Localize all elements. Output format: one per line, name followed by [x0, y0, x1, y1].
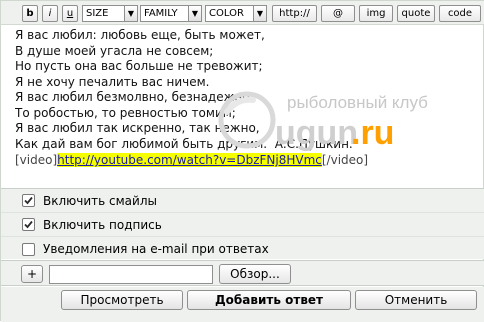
bold-button[interactable]: b — [22, 5, 38, 22]
italic-button[interactable]: i — [42, 5, 58, 22]
preview-button[interactable]: Просмотреть — [61, 290, 183, 310]
video-url-link[interactable]: http://youtube.com/watch?v=DbzFNj8HVmc — [57, 153, 322, 167]
http-link-button[interactable]: http:// — [272, 5, 317, 22]
chevron-down-icon: ▼ — [253, 6, 266, 21]
option-email-notify[interactable]: Уведомления на e-mail при ответах — [1, 237, 484, 261]
video-bbcode-line: [video]http://youtube.com/watch?v=DbzFNj… — [15, 153, 368, 167]
checkmark-icon — [24, 220, 33, 229]
checkmark-icon — [24, 196, 33, 205]
reply-form: b i u SIZE ▼ FAMILY ▼ COLOR ▼ http:// @ … — [0, 0, 484, 322]
underline-button[interactable]: u — [62, 5, 78, 22]
signature-checkbox[interactable] — [22, 218, 35, 231]
family-select-value: FAMILY — [144, 8, 178, 19]
add-attachment-button[interactable]: + — [21, 265, 43, 283]
option-smileys[interactable]: Включить смайлы — [1, 189, 484, 213]
email-notify-label: Уведомления на e-mail при ответах — [43, 242, 269, 256]
poem-line: Как дай вам бог любимой быть другим. А.С… — [15, 136, 353, 151]
option-signature[interactable]: Включить подпись — [1, 213, 484, 237]
video-close-tag: [/video] — [321, 153, 369, 167]
quote-button[interactable]: quote — [397, 5, 435, 22]
poem-line: В душе моей угасла не совсем; — [15, 43, 214, 58]
attachment-row: + Обзор... — [1, 260, 484, 286]
size-select[interactable]: SIZE ▼ — [82, 5, 138, 22]
signature-label: Включить подпись — [43, 217, 162, 232]
action-bar: Просмотреть Добавить ответ Отменить — [1, 287, 484, 322]
cancel-button[interactable]: Отменить — [355, 290, 477, 310]
submit-reply-button[interactable]: Добавить ответ — [187, 290, 351, 310]
options-panel: Включить смайлы Включить подпись Уведомл… — [1, 189, 484, 259]
file-path-input[interactable] — [49, 265, 213, 284]
browse-button[interactable]: Обзор... — [219, 264, 291, 284]
family-select[interactable]: FAMILY ▼ — [140, 5, 202, 22]
poem-line: Я вас любил так искренно, так нежно, — [15, 121, 260, 135]
poem-line: Я не хочу печалить вас ничем. — [15, 74, 210, 89]
chevron-down-icon: ▼ — [124, 6, 137, 21]
color-select[interactable]: COLOR ▼ — [205, 5, 267, 22]
poem-line: Я вас любил: любовь еще, быть может, — [15, 28, 265, 42]
email-link-button[interactable]: @ — [321, 5, 355, 22]
format-toolbar: b i u SIZE ▼ FAMILY ▼ COLOR ▼ http:// @ … — [1, 1, 484, 25]
poem-line: То робостью, то ревностью томим; — [15, 105, 236, 120]
color-select-value: COLOR — [209, 8, 244, 19]
code-button[interactable]: code — [439, 5, 481, 22]
video-open-tag: [video] — [15, 153, 58, 167]
size-select-value: SIZE — [86, 8, 109, 19]
poem-line: Но пусть она вас больше не тревожит; — [15, 59, 263, 73]
smileys-checkbox[interactable] — [22, 194, 35, 207]
poem-line: Я вас любил безмолвно, безнадежно, — [15, 90, 254, 104]
chevron-down-icon: ▼ — [188, 6, 201, 21]
image-button[interactable]: img — [359, 5, 393, 22]
email-notify-checkbox[interactable] — [22, 242, 35, 256]
smileys-label: Включить смайлы — [43, 193, 157, 208]
